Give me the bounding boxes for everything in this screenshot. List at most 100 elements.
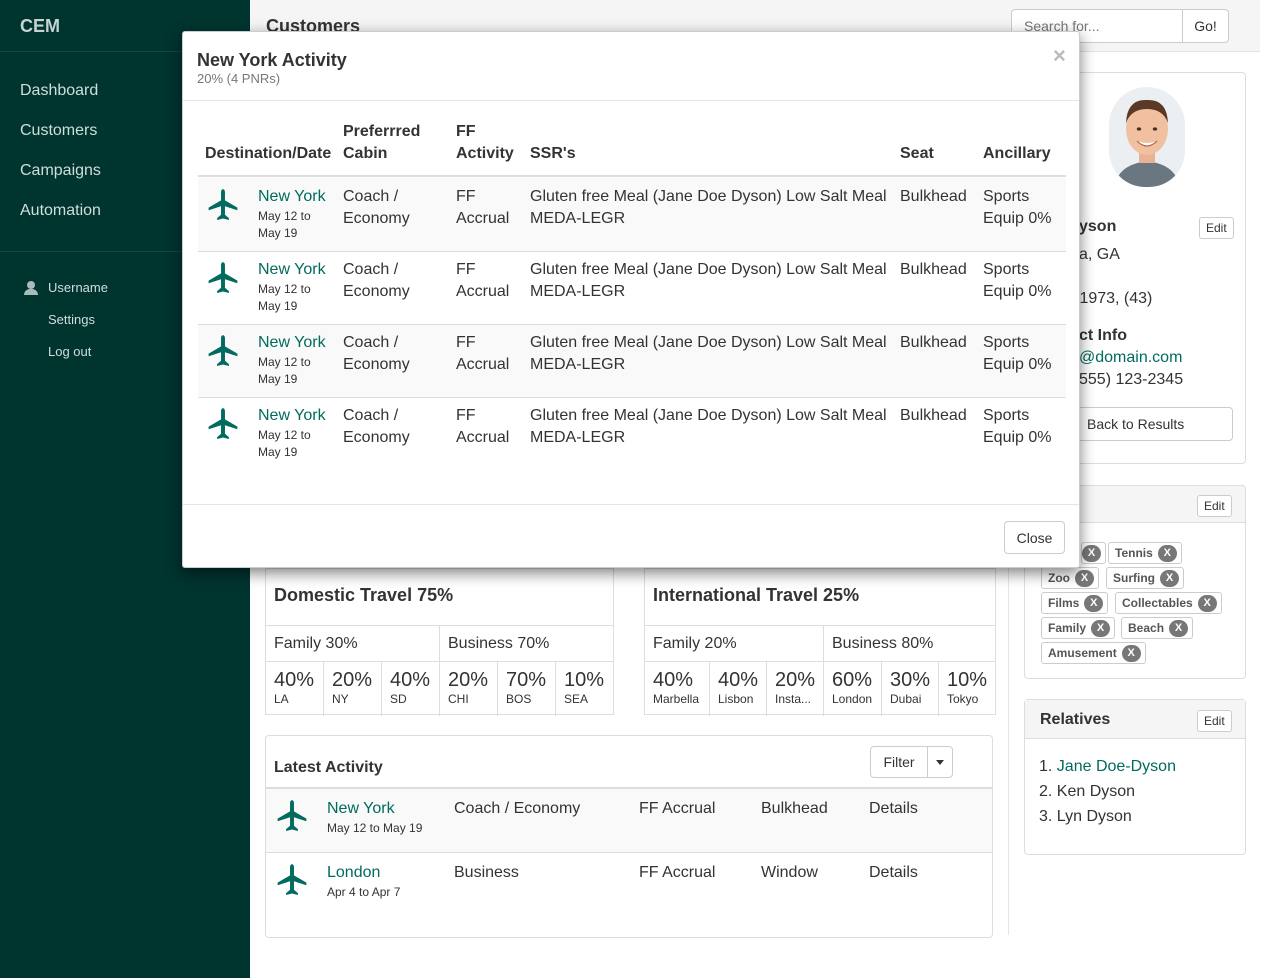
modal-row[interactable]: New York May 12 to May 19 Coach / Economy … [198, 324, 1066, 397]
remove-tag-icon[interactable]: X [1084, 594, 1104, 612]
activity-row[interactable]: New York May 12 to May 19 Coach / Econom… [266, 787, 992, 852]
modal-row[interactable]: New York May 12 to May 19 Coach / Economy … [198, 251, 1066, 324]
plane-icon [208, 189, 238, 221]
activity-details-link[interactable]: Details [869, 800, 918, 818]
activity-cabin: Coach / Economy [454, 800, 581, 817]
modal-ssr: Gluten free Meal (Jane Doe Dyson) Low Sa… [530, 188, 887, 227]
activity-ff: FF Accrual [639, 864, 716, 881]
activity-destination: London Apr 4 to Apr 7 [327, 864, 401, 899]
split-business: Business 70% [448, 635, 550, 652]
relatives-card: Relatives Edit 1. Jane Doe-Dyson 2. Ken … [1024, 699, 1246, 855]
caret-down-icon [936, 760, 944, 765]
col-cabin: Preferrred Cabin [343, 123, 421, 162]
city-stat: 40% LA [266, 662, 324, 716]
edit-interests-button[interactable]: Edit [1197, 495, 1232, 517]
modal-ancillary: Sports Equip 0% [983, 407, 1052, 446]
activity-seat: Bulkhead [761, 800, 828, 817]
customer-dob: /1973, (43) [1075, 290, 1153, 307]
remove-tag-icon[interactable]: X [1075, 569, 1094, 587]
activity-cabin: Business [454, 864, 519, 881]
modal-row[interactable]: New York May 12 to May 19 Coach / Economy … [198, 178, 1066, 251]
international-travel-box: International Travel 25% Family 20% Busi… [644, 568, 996, 716]
col-destination: Destination/Date [205, 145, 332, 162]
filter-button[interactable]: Filter [870, 746, 928, 778]
modal-ff: FF Accrual [456, 407, 510, 446]
city-stat: 40% Lisbon [710, 662, 767, 716]
interest-tag: Amusement X [1041, 642, 1146, 664]
modal-ssr: Gluten free Meal (Jane Doe Dyson) Low Sa… [530, 261, 887, 300]
row-divider [198, 251, 1066, 252]
modal-header: New York Activity 20% (4 PNRs) × [183, 32, 1079, 101]
destination-link[interactable]: New York [327, 800, 422, 818]
destination-link[interactable]: New York [258, 405, 326, 427]
activity-seat: Window [761, 864, 818, 881]
modal-cabin: Coach / Economy [343, 188, 410, 227]
international-city-row: 40% Marbella 40% Lisbon 20% Insta... 60% Lon… [645, 661, 995, 716]
remove-tag-icon[interactable]: X [1160, 569, 1179, 587]
activity-row[interactable]: London Apr 4 to Apr 7 Business FF Accrua… [266, 852, 992, 917]
interest-tag: Zoo X [1041, 567, 1099, 589]
interest-tag-partial: X [1081, 542, 1106, 564]
close-button[interactable]: Close [1004, 521, 1065, 554]
modal-destination: New York May 12 to May 19 [258, 332, 326, 386]
latest-activity-title: Latest Activity [274, 759, 383, 776]
city-stat: 20% Insta... [767, 662, 824, 716]
split-business: Business 80% [832, 635, 934, 652]
domestic-city-row: 40% LA 20% NY 40% SD 20% CHI 70% BOS 10% SEA [266, 661, 613, 716]
split-family: Family 30% [266, 626, 440, 662]
activity-details-link[interactable]: Details [869, 864, 918, 882]
remove-tag-icon[interactable]: X [1169, 619, 1189, 637]
modal-ff: FF Accrual [456, 261, 510, 300]
destination-link[interactable]: New York [258, 259, 326, 281]
modal-seat: Bulkhead [900, 261, 967, 278]
domestic-travel-title: Domestic Travel 75% [274, 585, 454, 605]
back-to-results-button[interactable]: Back to Results [1065, 407, 1233, 441]
row-divider [198, 397, 1066, 398]
destination-link[interactable]: New York [258, 332, 326, 354]
modal-ssr: Gluten free Meal (Jane Doe Dyson) Low Sa… [530, 407, 887, 446]
modal-seat: Bulkhead [900, 188, 967, 205]
domestic-travel-box: Domestic Travel 75% Family 30% Business … [265, 568, 614, 716]
modal-ff: FF Accrual [456, 334, 510, 373]
interest-tag: Films X [1041, 592, 1109, 614]
row-divider [198, 324, 1066, 325]
customer-name: yson [1079, 218, 1117, 235]
customer-email[interactable]: @domain.com [1079, 349, 1182, 367]
remove-tag-icon[interactable]: X [1082, 544, 1101, 562]
interest-tag: Family X [1041, 617, 1116, 639]
modal-table-header: Destination/Date Preferrred Cabin FF Activ… [198, 123, 1066, 177]
modal-cabin: Coach / Economy [343, 261, 410, 300]
remove-tag-icon[interactable]: X [1091, 619, 1111, 637]
modal-destination: New York May 12 to May 19 [258, 186, 326, 240]
activity-ff: FF Accrual [639, 800, 716, 817]
modal-ancillary: Sports Equip 0% [983, 261, 1052, 300]
city-stat: 20% NY [324, 662, 382, 716]
latest-activity-panel: Latest Activity Filter New York May 12 t… [265, 735, 993, 938]
city-stat: 40% SD [382, 662, 440, 716]
interest-tag: Surfing X [1106, 567, 1184, 589]
edit-profile-button[interactable]: Edit [1199, 217, 1234, 239]
destination-link[interactable]: London [327, 864, 400, 882]
interest-tag: Beach X [1121, 617, 1194, 639]
filter-dropdown-toggle[interactable] [927, 746, 953, 778]
modal-footer: Close [183, 504, 1079, 567]
modal-row[interactable]: New York May 12 to May 19 Coach / Economy … [198, 397, 1066, 470]
destination-link[interactable]: New York [258, 186, 326, 208]
split-family: Family 20% [645, 626, 824, 662]
avatar [1109, 87, 1185, 187]
city-stat: 70% BOS [498, 662, 556, 716]
plane-icon [277, 864, 307, 896]
search-button[interactable]: Go! [1182, 9, 1229, 43]
interest-tag: Collectables X [1115, 592, 1222, 614]
close-icon[interactable]: × [1053, 43, 1066, 69]
modal-cabin: Coach / Economy [343, 334, 410, 373]
relative-link[interactable]: Jane Doe-Dyson [1057, 758, 1176, 775]
edit-relatives-button[interactable]: Edit [1197, 710, 1232, 732]
relative-item: 2. Ken Dyson [1039, 783, 1136, 800]
modal-ff: FF Accrual [456, 188, 510, 227]
remove-tag-icon[interactable]: X [1121, 644, 1141, 662]
customer-location: a, GA [1079, 246, 1120, 263]
remove-tag-icon[interactable]: X [1157, 544, 1177, 562]
col-ff-activity: FF Activity [456, 123, 514, 162]
remove-tag-icon[interactable]: X [1197, 594, 1217, 612]
